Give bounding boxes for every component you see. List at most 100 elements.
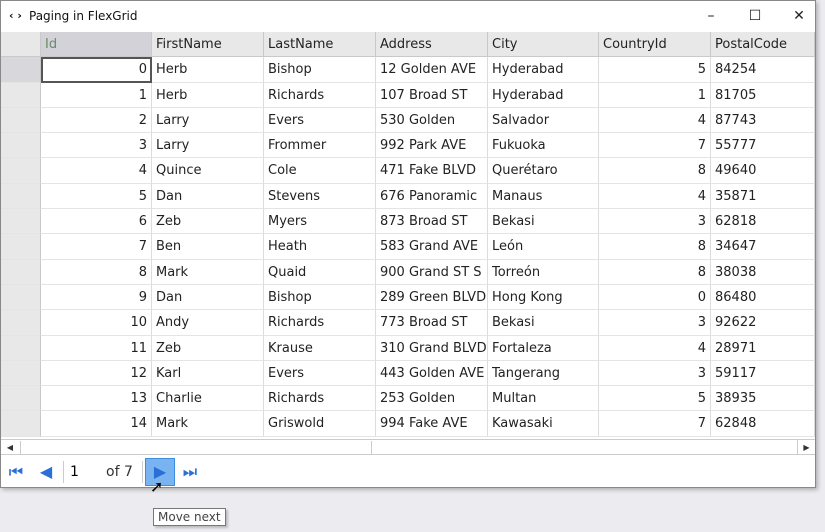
- table-row[interactable]: 4 Quince Cole 471 Fake BLVD Querétaro 8 49640: [1, 158, 815, 184]
- cell-id[interactable]: 3: [41, 133, 152, 159]
- cell-city[interactable]: Fukuoka: [488, 133, 599, 159]
- row-header[interactable]: [1, 310, 41, 336]
- table-row[interactable]: 3 Larry Frommer 992 Park AVE Fukuoka 7 55777: [1, 133, 815, 159]
- cell-postalcode[interactable]: 34647: [711, 234, 815, 260]
- cell-lastname[interactable]: Richards: [264, 82, 376, 108]
- cell-firstname[interactable]: Mark: [152, 259, 264, 285]
- row-header[interactable]: [1, 259, 41, 285]
- close-button[interactable]: ✕: [779, 5, 819, 27]
- cell-lastname[interactable]: Evers: [264, 107, 376, 134]
- row-header[interactable]: [1, 107, 41, 134]
- cell-lastname[interactable]: Cole: [264, 158, 376, 184]
- column-header-city[interactable]: City: [488, 32, 599, 58]
- cell-postalcode[interactable]: 62818: [711, 209, 815, 235]
- cell-postalcode[interactable]: 49640: [711, 158, 815, 184]
- cell-city[interactable]: Manaus: [488, 183, 599, 210]
- cell-address[interactable]: 676 Panoramic: [376, 183, 488, 210]
- cell-firstname[interactable]: Quince: [152, 158, 264, 184]
- cell-firstname[interactable]: Larry: [152, 133, 264, 159]
- cell-city[interactable]: Hyderabad: [488, 82, 599, 108]
- column-header-address[interactable]: Address: [376, 32, 488, 58]
- move-first-button[interactable]: ⏮: [1, 458, 31, 486]
- cell-lastname[interactable]: Bishop: [264, 57, 376, 83]
- cell-countryid[interactable]: 3: [599, 209, 711, 235]
- cell-city[interactable]: Fortaleza: [488, 335, 599, 361]
- row-header[interactable]: [1, 82, 41, 108]
- cell-countryid[interactable]: 8: [599, 259, 711, 285]
- table-row[interactable]: 13 Charlie Richards 253 Golden Multan 5 38935: [1, 386, 815, 412]
- cell-city[interactable]: Bekasi: [488, 209, 599, 235]
- cell-id[interactable]: 10: [41, 310, 152, 336]
- move-previous-button[interactable]: ◀: [31, 458, 61, 486]
- cell-firstname[interactable]: Zeb: [152, 335, 264, 361]
- cell-postalcode[interactable]: 86480: [711, 284, 815, 311]
- cell-id[interactable]: 7: [41, 234, 152, 260]
- cell-postalcode[interactable]: 62848: [711, 411, 815, 437]
- cell-firstname[interactable]: Dan: [152, 183, 264, 210]
- page-number-input[interactable]: 1: [66, 464, 106, 480]
- cell-postalcode[interactable]: 38038: [711, 259, 815, 285]
- cell-id[interactable]: 5: [41, 183, 152, 210]
- scroll-right-icon[interactable]: ▶: [797, 440, 815, 455]
- cell-id[interactable]: 8: [41, 259, 152, 285]
- cell-lastname[interactable]: Bishop: [264, 284, 376, 311]
- cell-city[interactable]: Bekasi: [488, 310, 599, 336]
- scrollbar-thumb[interactable]: [20, 441, 372, 454]
- cell-city[interactable]: León: [488, 234, 599, 260]
- minimize-button[interactable]: –: [691, 5, 731, 27]
- table-row[interactable]: 2 Larry Evers 530 Golden Salvador 4 87743: [1, 107, 815, 134]
- cell-postalcode[interactable]: 55777: [711, 133, 815, 159]
- cell-city[interactable]: Kawasaki: [488, 411, 599, 437]
- cell-id[interactable]: 0: [41, 57, 152, 83]
- maximize-button[interactable]: ☐: [735, 5, 775, 27]
- cell-countryid[interactable]: 5: [599, 57, 711, 83]
- cell-id[interactable]: 11: [41, 335, 152, 361]
- row-header[interactable]: [1, 234, 41, 260]
- cell-countryid[interactable]: 3: [599, 360, 711, 387]
- row-header[interactable]: [1, 158, 41, 184]
- cell-countryid[interactable]: 3: [599, 310, 711, 336]
- column-header-lastname[interactable]: LastName: [264, 32, 376, 58]
- move-last-button[interactable]: ⏭: [175, 458, 205, 486]
- cell-firstname[interactable]: Herb: [152, 82, 264, 108]
- table-row[interactable]: 12 Karl Evers 443 Golden AVE Tangerang 3 59117: [1, 360, 815, 387]
- cell-countryid[interactable]: 1: [599, 82, 711, 108]
- cell-countryid[interactable]: 0: [599, 284, 711, 311]
- table-row[interactable]: 5 Dan Stevens 676 Panoramic Manaus 4 35871: [1, 183, 815, 210]
- cell-countryid[interactable]: 7: [599, 411, 711, 437]
- table-row[interactable]: 11 Zeb Krause 310 Grand BLVD Fortaleza 4 28971: [1, 335, 815, 361]
- table-row[interactable]: 9 Dan Bishop 289 Green BLVD Hong Kong 0 86480: [1, 284, 815, 311]
- cell-lastname[interactable]: Evers: [264, 360, 376, 387]
- cell-countryid[interactable]: 8: [599, 158, 711, 184]
- row-header[interactable]: [1, 209, 41, 235]
- cell-id[interactable]: 4: [41, 158, 152, 184]
- cell-id[interactable]: 13: [41, 386, 152, 412]
- cell-id[interactable]: 2: [41, 107, 152, 134]
- flex-grid[interactable]: Id FirstName LastName Address City CountryId P…: [1, 32, 815, 439]
- cell-city[interactable]: Salvador: [488, 107, 599, 134]
- cell-city[interactable]: Hong Kong: [488, 284, 599, 311]
- table-row[interactable]: 0 Herb Bishop 12 Golden AVE Hyderabad 5 84254: [1, 57, 815, 83]
- cell-postalcode[interactable]: 28971: [711, 335, 815, 361]
- cell-countryid[interactable]: 5: [599, 386, 711, 412]
- cell-address[interactable]: 773 Broad ST: [376, 310, 488, 336]
- cell-countryid[interactable]: 4: [599, 335, 711, 361]
- table-row[interactable]: 14 Mark Griswold 994 Fake AVE Kawasaki 7 62848: [1, 411, 815, 437]
- cell-firstname[interactable]: Andy: [152, 310, 264, 336]
- cell-lastname[interactable]: Frommer: [264, 133, 376, 159]
- table-row[interactable]: 1 Herb Richards 107 Broad ST Hyderabad 1 81705: [1, 82, 815, 108]
- cell-address[interactable]: 900 Grand ST S: [376, 259, 488, 285]
- cell-firstname[interactable]: Zeb: [152, 209, 264, 235]
- cell-lastname[interactable]: Myers: [264, 209, 376, 235]
- cell-city[interactable]: Torreón: [488, 259, 599, 285]
- cell-countryid[interactable]: 7: [599, 133, 711, 159]
- row-header[interactable]: [1, 360, 41, 387]
- cell-address[interactable]: 310 Grand BLVD: [376, 335, 488, 361]
- column-header-countryid[interactable]: CountryId: [599, 32, 711, 58]
- cell-address[interactable]: 992 Park AVE: [376, 133, 488, 159]
- row-header[interactable]: [1, 284, 41, 311]
- table-row[interactable]: 8 Mark Quaid 900 Grand ST S Torreón 8 38038: [1, 259, 815, 285]
- cell-city[interactable]: Hyderabad: [488, 57, 599, 83]
- row-header[interactable]: [1, 386, 41, 412]
- cell-id[interactable]: 1: [41, 82, 152, 108]
